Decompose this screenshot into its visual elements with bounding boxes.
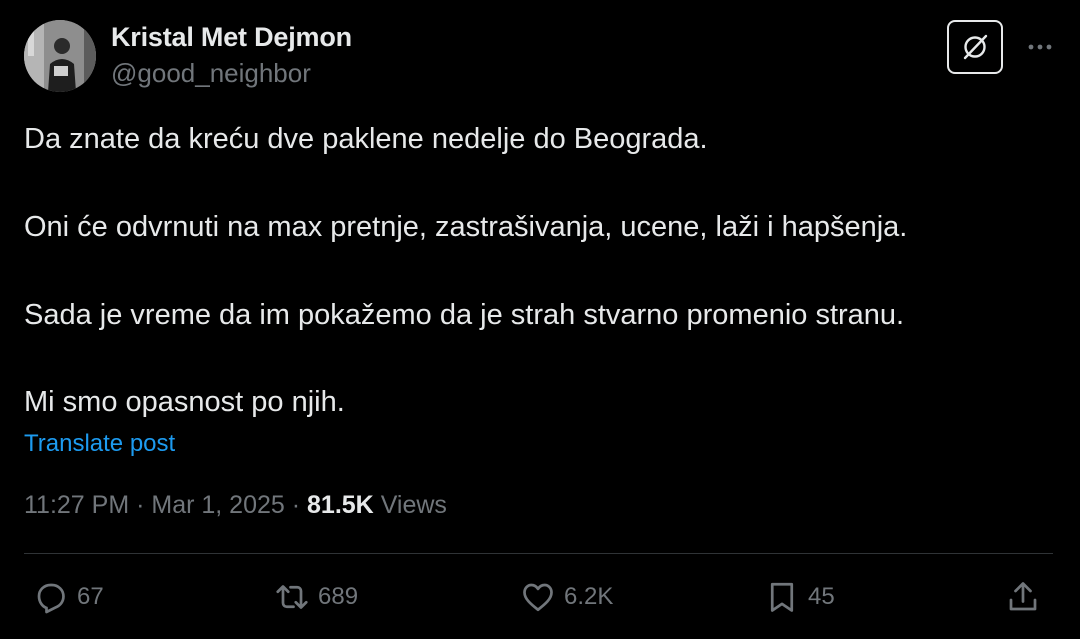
divider [24, 553, 1053, 554]
repost-button[interactable]: 689 [274, 575, 358, 619]
heart-icon [523, 583, 553, 612]
translate-post-link[interactable]: Translate post [24, 430, 175, 458]
grok-button[interactable] [947, 20, 1003, 74]
post-text-line: Da znate da kreću dve paklene nedelje do… [24, 123, 708, 155]
more-dots-icon [1028, 44, 1052, 50]
reply-icon [37, 583, 65, 614]
more-options-button[interactable] [1020, 30, 1060, 64]
repost-count: 689 [318, 583, 359, 610]
reply-count: 67 [77, 583, 104, 610]
bookmark-button[interactable]: 45 [764, 575, 835, 619]
avatar[interactable] [24, 20, 96, 92]
author-display-name[interactable]: Kristal Met Dejmon [111, 22, 352, 53]
author-handle[interactable]: @good_neighbor [111, 58, 311, 89]
post-metadata: 11:27 PM · Mar 1, 2025 · 81.5K Views [24, 491, 447, 520]
post-text-line: Oni će odvrnuti na max pretnje, zastraši… [24, 211, 908, 243]
avatar-photo [24, 20, 96, 92]
meta-separator: · [284, 491, 308, 519]
bookmark-count: 45 [808, 583, 835, 610]
like-count: 6.2K [564, 583, 614, 610]
views-label: Views [380, 491, 447, 519]
post-card: Kristal Met Dejmon @good_neighbor Da zna… [0, 0, 1080, 639]
meta-separator: · [129, 491, 152, 519]
post-text-line: Mi smo opasnost po njih. [24, 386, 345, 418]
post-text-line: Sada je vreme da im pokažemo da je strah… [24, 299, 905, 331]
reply-button[interactable]: 67 [33, 575, 104, 619]
post-time[interactable]: 11:27 PM [24, 491, 129, 519]
like-button[interactable]: 6.2K [520, 575, 613, 619]
grok-icon [963, 34, 988, 60]
bookmark-icon [770, 582, 794, 612]
post-date[interactable]: Mar 1, 2025 [151, 491, 284, 519]
share-icon [1009, 582, 1037, 611]
share-button[interactable] [1005, 575, 1041, 619]
views-count: 81.5K [307, 491, 374, 519]
repost-icon [276, 585, 308, 609]
